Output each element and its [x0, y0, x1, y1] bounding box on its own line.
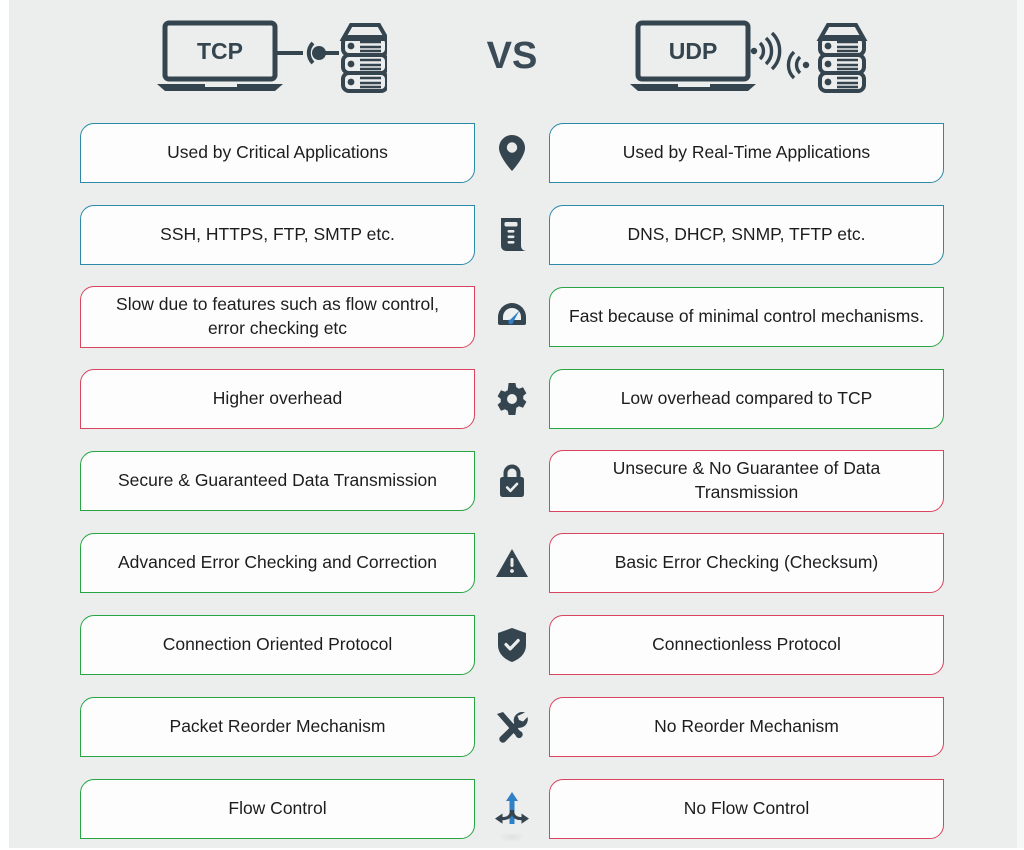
shield-check-icon — [489, 615, 535, 675]
tcp-cell: Advanced Error Checking and Correction — [80, 533, 475, 593]
branching-arrows-icon — [489, 779, 535, 839]
udp-cell: Connectionless Protocol — [549, 615, 944, 675]
udp-cell: Low overhead compared to TCP — [549, 369, 944, 429]
tcp-label: TCP — [197, 38, 243, 64]
comparison-row: Used by Critical Applications Used by Re… — [0, 112, 1024, 194]
udp-cell: Unsecure & No Guarantee of Data Transmis… — [549, 450, 944, 512]
tcp-cell: Flow Control — [80, 779, 475, 839]
tcp-cell: Packet Reorder Mechanism — [80, 697, 475, 757]
tcp-header-graphic: TCP — [92, 17, 452, 95]
scroll-document-icon — [489, 205, 535, 265]
vs-divider: VS — [452, 35, 572, 78]
udp-header-graphic: UDP — [572, 17, 932, 95]
udp-cell: Basic Error Checking (Checksum) — [549, 533, 944, 593]
warning-triangle-icon — [489, 533, 535, 593]
tcp-cell: Connection Oriented Protocol — [80, 615, 475, 675]
location-pin-icon — [489, 123, 535, 183]
comparison-row: Advanced Error Checking and Correction B… — [0, 522, 1024, 604]
comparison-rows: Used by Critical Applications Used by Re… — [0, 112, 1024, 850]
comparison-row: Packet Reorder Mechanism No Reorder Mech… — [0, 686, 1024, 768]
speedometer-icon — [489, 287, 535, 347]
udp-label: UDP — [669, 38, 718, 64]
vs-label: VS — [486, 34, 538, 77]
tcp-cell: Higher overhead — [80, 369, 475, 429]
udp-cell: Fast because of minimal control mechanis… — [549, 287, 944, 347]
comparison-row: Connection Oriented Protocol Connectionl… — [0, 604, 1024, 686]
comparison-row: Slow due to features such as flow contro… — [0, 276, 1024, 358]
laptop-wired-server-icon: TCP — [157, 20, 387, 93]
udp-cell: DNS, DHCP, SNMP, TFTP etc. — [549, 205, 944, 265]
gear-icon — [489, 369, 535, 429]
udp-cell: No Reorder Mechanism — [549, 697, 944, 757]
udp-cell: No Flow Control — [549, 779, 944, 839]
comparison-row: SSH, HTTPS, FTP, SMTP etc. DNS, DHCP, SN… — [0, 194, 1024, 276]
tcp-vs-udp-infographic: TCP VS UDP Used by Critical Applications… — [0, 0, 1024, 848]
header: TCP VS UDP — [0, 0, 1024, 112]
lock-check-icon — [489, 451, 535, 511]
tcp-cell: Secure & Guaranteed Data Transmission — [80, 451, 475, 511]
comparison-row: Higher overhead Low overhead compared to… — [0, 358, 1024, 440]
udp-cell: Used by Real-Time Applications — [549, 123, 944, 183]
tcp-cell: Slow due to features such as flow contro… — [80, 286, 475, 348]
bottom-shadow — [499, 832, 525, 842]
tools-icon — [489, 697, 535, 757]
laptop-wireless-server-icon: UDP — [630, 20, 868, 93]
tcp-cell: Used by Critical Applications — [80, 123, 475, 183]
comparison-row: Secure & Guaranteed Data Transmission Un… — [0, 440, 1024, 522]
tcp-cell: SSH, HTTPS, FTP, SMTP etc. — [80, 205, 475, 265]
